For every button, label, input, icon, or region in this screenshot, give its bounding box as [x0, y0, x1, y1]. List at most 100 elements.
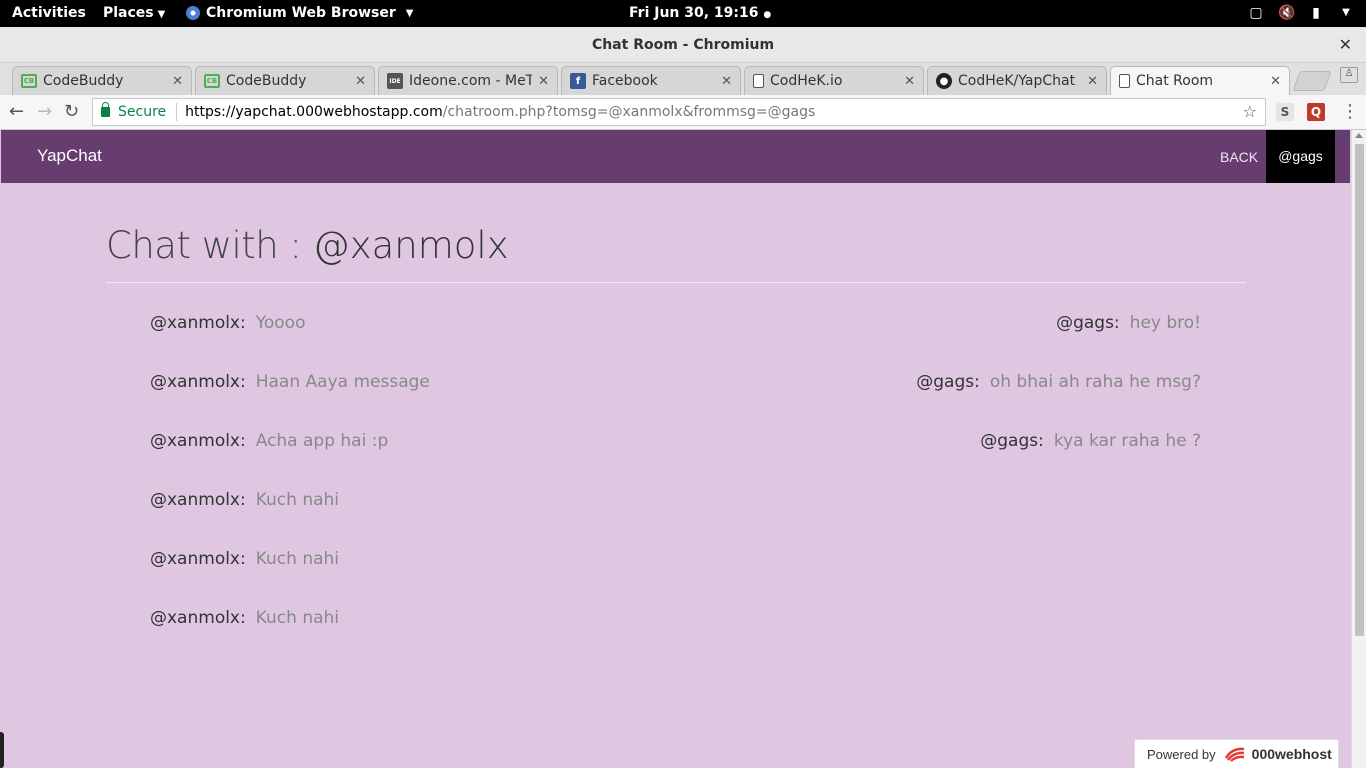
notification-dot-icon: ●: [763, 10, 772, 20]
tab-close-icon[interactable]: ✕: [355, 74, 366, 89]
browser-menu-icon[interactable]: ⋮: [1341, 101, 1359, 122]
tab-close-icon[interactable]: ✕: [172, 74, 183, 89]
powered-by-label: Powered by: [1147, 746, 1216, 762]
page-scrollbar[interactable]: [1351, 130, 1366, 768]
tab-codhek[interactable]: CodHeK.io ✕: [744, 66, 924, 95]
message-text: Kuch nahi: [255, 490, 340, 510]
host-name: 000webhost: [1251, 746, 1332, 762]
address-separator: [176, 103, 178, 121]
tab-github-yapchat[interactable]: ● CodHeK/YapChat ✕: [927, 66, 1107, 95]
tab-label: Ideone.com - MeT: [409, 73, 533, 89]
chevron-down-icon: ▼: [405, 7, 414, 19]
tab-label: CodHeK.io: [770, 73, 843, 89]
back-arrow-icon[interactable]: ←: [9, 101, 24, 122]
facebook-icon: f: [570, 73, 586, 89]
window-icon: ▢: [1249, 5, 1263, 21]
new-tab-button[interactable]: [1292, 71, 1332, 91]
scrollbar-thumb[interactable]: [1355, 144, 1364, 636]
tab-close-icon[interactable]: ✕: [1270, 74, 1281, 89]
chromium-icon: [186, 6, 200, 20]
tab-close-icon[interactable]: ✕: [538, 74, 549, 89]
message-sender: @xanmolx:: [150, 313, 246, 333]
codebuddy-icon: CB: [21, 74, 37, 88]
places-label: Places: [103, 5, 154, 21]
reload-icon[interactable]: ↻: [64, 101, 79, 122]
tab-facebook[interactable]: f Facebook ✕: [561, 66, 741, 95]
message-text: Kuch nahi: [255, 549, 340, 569]
tab-label: Facebook: [592, 73, 658, 89]
url-host: https://yapchat.000webhostapp.com: [185, 104, 443, 120]
chevron-down-icon: ▼: [157, 9, 166, 20]
bookmark-star-icon[interactable]: ☆: [1243, 102, 1257, 121]
lock-icon: [101, 102, 110, 117]
tab-codebuddy-2[interactable]: CB CodeBuddy ✕: [195, 66, 375, 95]
message-sender: @gags:: [916, 372, 980, 392]
app-menu[interactable]: Chromium Web Browser ▼: [186, 5, 413, 21]
message-received: @xanmolx: Yoooo: [150, 313, 305, 333]
current-user-link[interactable]: @gags: [1266, 130, 1335, 183]
system-tray[interactable]: ▢ 🔇 ▮ ▼: [1248, 5, 1354, 21]
message-sender: @xanmolx:: [150, 608, 246, 628]
places-menu[interactable]: Places ▼: [103, 5, 165, 21]
volume-muted-icon: 🔇: [1278, 5, 1296, 21]
system-top-bar: Activities Places ▼ Chromium Web Browser ▼…: [0, 0, 1366, 27]
tab-close-icon[interactable]: ✕: [721, 74, 732, 89]
powered-by-badge[interactable]: Powered by 000webhost: [1134, 739, 1339, 768]
tab-label: CodeBuddy: [226, 73, 307, 89]
activities-button[interactable]: Activities: [12, 5, 86, 21]
side-handle: [0, 732, 4, 768]
tab-chat-room[interactable]: Chat Room ✕: [1110, 66, 1290, 95]
profile-icon[interactable]: ♙: [1340, 67, 1358, 83]
app-menu-label: Chromium Web Browser: [206, 5, 396, 21]
tab-codebuddy-1[interactable]: CB CodeBuddy ✕: [12, 66, 192, 95]
message-received: @xanmolx: Kuch nahi: [150, 490, 339, 510]
tab-close-icon[interactable]: ✕: [904, 74, 915, 89]
page-title: Chat with : @xanmolx: [106, 224, 509, 267]
page-viewport: YapChat BACK @gags Chat with : @xanmolx …: [0, 130, 1351, 768]
message-sender: @xanmolx:: [150, 372, 246, 392]
battery-icon: ▮: [1312, 5, 1320, 21]
message-sent: @gags: oh bhai ah raha he msg?: [916, 372, 1201, 392]
back-link[interactable]: BACK: [1220, 149, 1258, 165]
window-title: Chat Room - Chromium: [591, 37, 775, 53]
message-received: @xanmolx: Kuch nahi: [150, 608, 339, 628]
url-path: /chatroom.php?tomsg=@xanmolx&frommsg=@ga…: [442, 104, 816, 120]
tab-label: CodHeK/YapChat: [958, 73, 1076, 89]
codebuddy-icon: CB: [204, 74, 220, 88]
close-icon: ✕: [1338, 35, 1352, 54]
page-title-prefix: Chat with :: [106, 224, 313, 267]
message-sender: @xanmolx:: [150, 431, 246, 451]
page-icon: [753, 74, 764, 88]
scroll-up-icon[interactable]: [1355, 133, 1363, 138]
message-text: Kuch nahi: [255, 608, 340, 628]
window-close-button[interactable]: ✕: [1339, 35, 1352, 54]
ideone-icon: IDE: [387, 73, 403, 89]
extension-s-icon[interactable]: S: [1276, 103, 1294, 121]
message-received: @xanmolx: Acha app hai :p: [150, 431, 388, 451]
clock[interactable]: Fri Jun 30, 19:16 ●: [629, 5, 771, 21]
message-text: Yoooo: [255, 313, 306, 333]
message-text: Acha app hai :p: [255, 431, 389, 451]
tab-label: CodeBuddy: [43, 73, 124, 89]
chevron-down-icon: ▼: [1342, 7, 1350, 18]
extension-q-icon[interactable]: Q: [1307, 103, 1325, 121]
message-sender: @xanmolx:: [150, 549, 246, 569]
message-received: @xanmolx: Kuch nahi: [150, 549, 339, 569]
tab-close-icon[interactable]: ✕: [1087, 74, 1098, 89]
browser-toolbar: ← → ↻ Secure https://yapchat.000webhosta…: [0, 95, 1366, 130]
brand-logo[interactable]: YapChat: [37, 146, 102, 166]
address-bar[interactable]: Secure https://yapchat.000webhostapp.com…: [92, 98, 1266, 126]
message-text: Haan Aaya message: [255, 372, 430, 392]
secure-label: Secure: [118, 104, 167, 120]
app-navbar: YapChat BACK @gags: [1, 130, 1350, 183]
tab-ideone[interactable]: IDE Ideone.com - MeT ✕: [378, 66, 558, 95]
clock-label: Fri Jun 30, 19:16: [629, 5, 759, 21]
tab-strip: CB CodeBuddy ✕ CB CodeBuddy ✕ IDE Ideone…: [0, 63, 1366, 95]
tab-label: Chat Room: [1136, 73, 1214, 89]
message-sender: @gags:: [980, 431, 1044, 451]
message-text: oh bhai ah raha he msg?: [989, 372, 1201, 392]
message-sent: @gags: kya kar raha he ?: [980, 431, 1201, 451]
message-text: hey bro!: [1129, 313, 1201, 333]
message-sender: @gags:: [1056, 313, 1120, 333]
forward-arrow-icon[interactable]: →: [37, 101, 52, 122]
